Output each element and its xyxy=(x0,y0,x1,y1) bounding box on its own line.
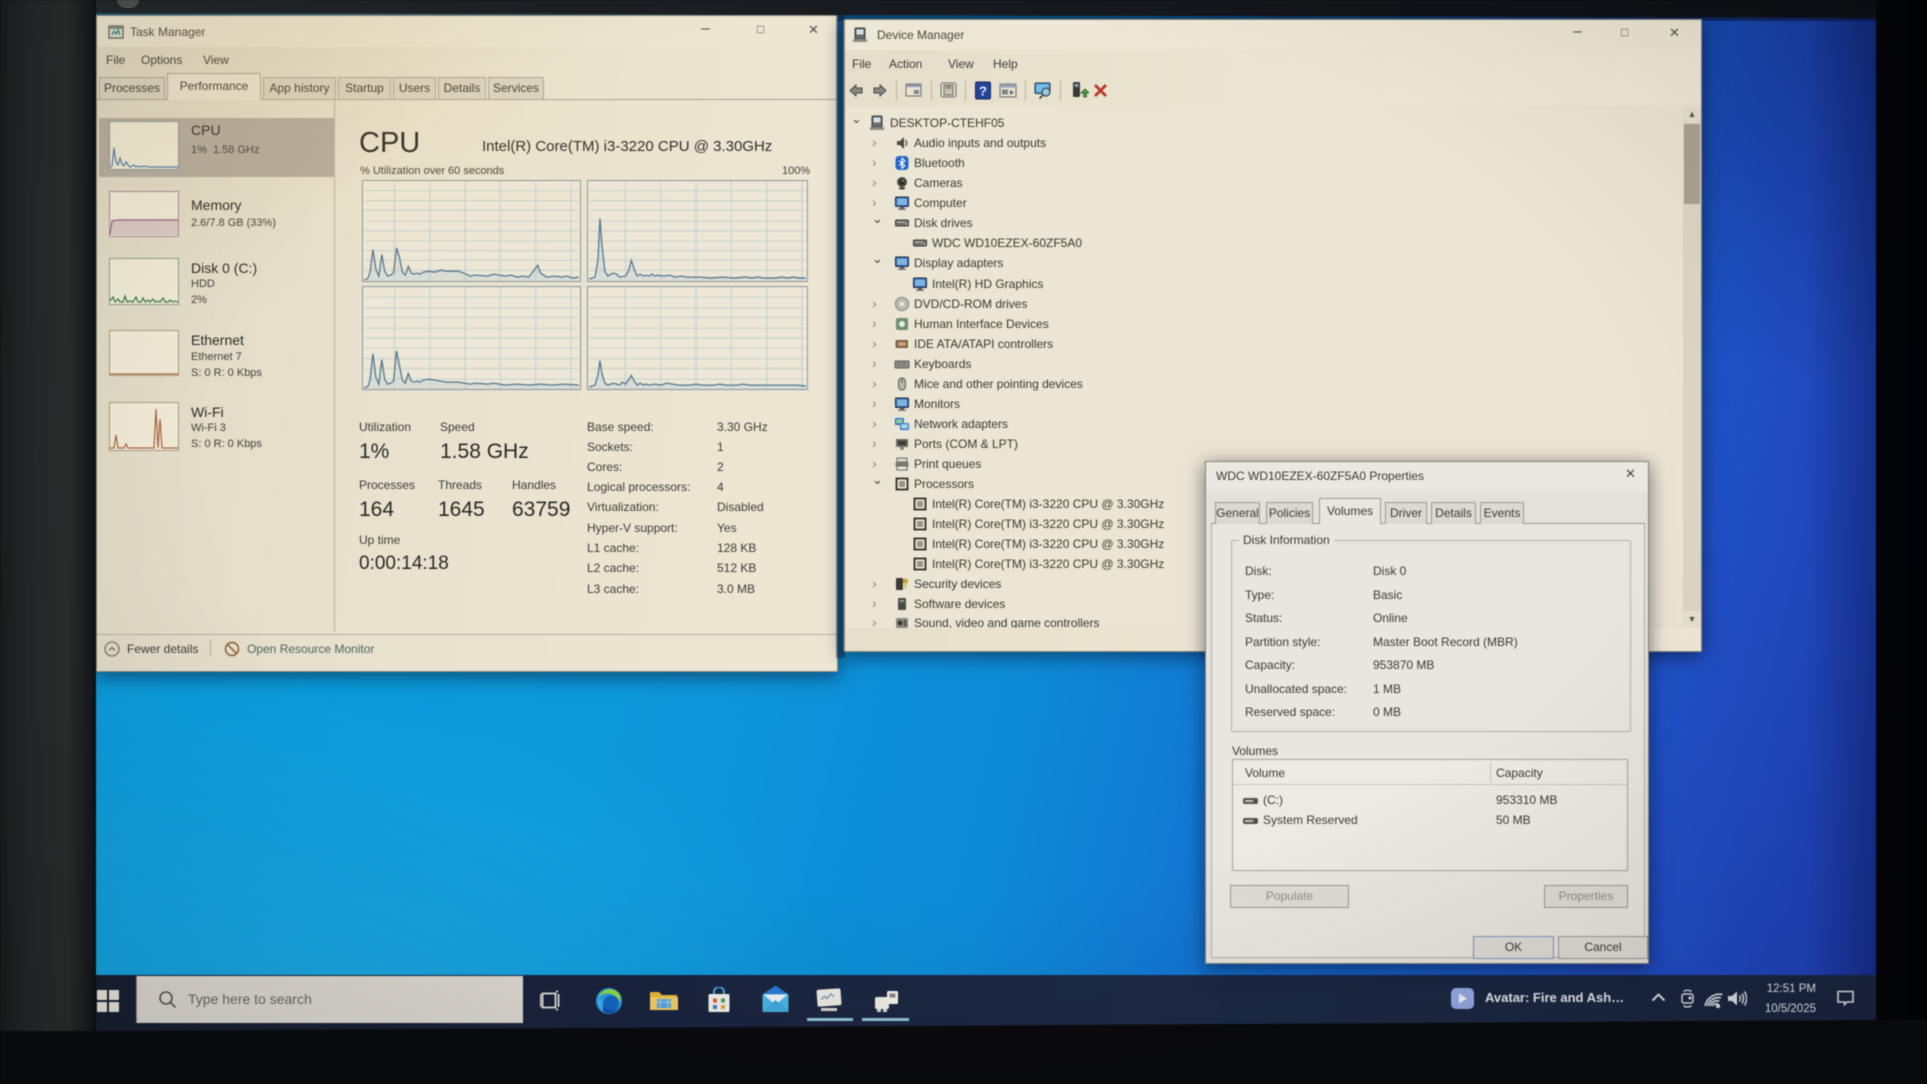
svg-text:?: ? xyxy=(979,84,987,99)
